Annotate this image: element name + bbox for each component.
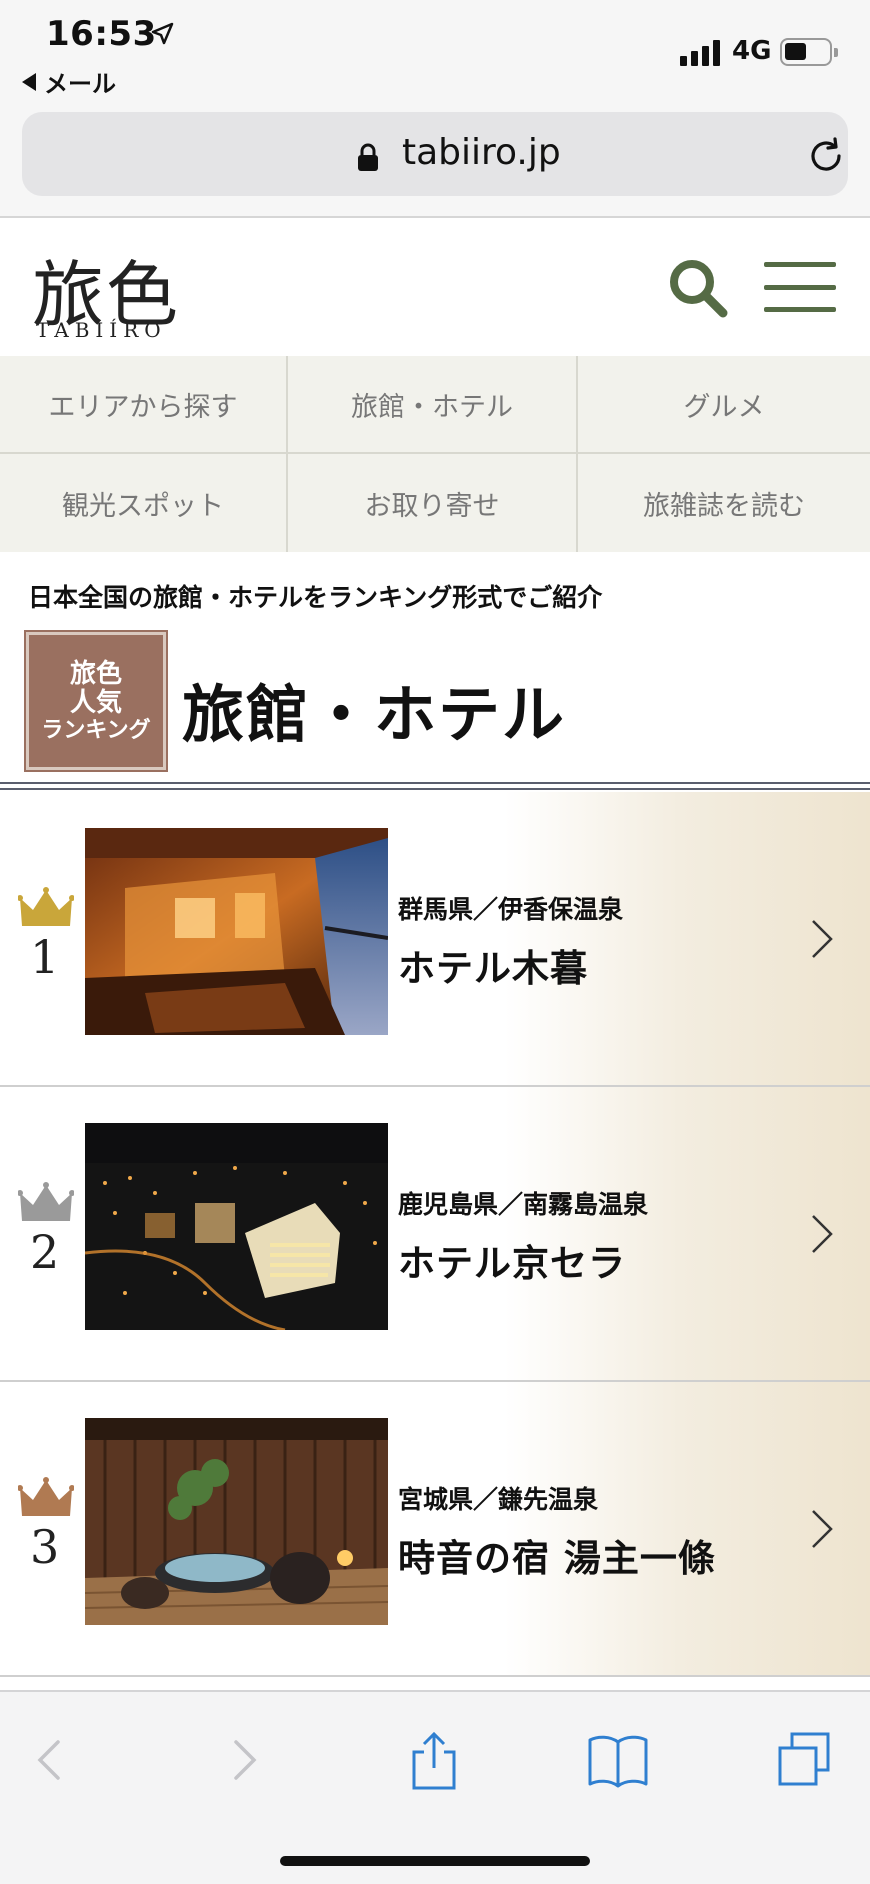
rank-number: 1: [30, 930, 60, 984]
rank-number: 2: [30, 1225, 60, 1279]
hotel-photo-kogure: [85, 828, 388, 1035]
ranking-item-1[interactable]: 1 群馬県／伊香保温泉 ホテル木暮: [0, 792, 870, 1087]
chevron-right-icon: [812, 920, 833, 958]
category-nav: エリアから探す 旅館・ホテル グルメ 観光スポット お取り寄せ 旅雑誌を読む: [0, 356, 870, 552]
back-triangle-icon: [22, 72, 36, 91]
network-type: 4G: [732, 36, 772, 66]
home-indicator: [280, 1856, 590, 1866]
intro-text: 日本全国の旅館・ホテルをランキング形式でご紹介: [28, 583, 603, 612]
ranking-badge: 旅色 人気 ランキング: [24, 630, 168, 772]
hotel-name: ホテル京セラ: [398, 1242, 626, 1285]
section-divider: [0, 782, 870, 790]
badge-line-3: ランキング: [41, 716, 151, 743]
hotel-photo-ichijo: [85, 1418, 388, 1625]
status-time: 16:53: [46, 14, 157, 54]
search-icon[interactable]: [666, 256, 730, 320]
bookmarks-icon[interactable]: [586, 1728, 650, 1792]
nav-item-sightseeing[interactable]: 観光スポット: [0, 454, 288, 552]
silver-crown-icon: [18, 1182, 74, 1221]
chevron-right-icon: [812, 1215, 833, 1253]
tabs-icon[interactable]: [772, 1728, 836, 1792]
url-text: tabiiro.jp: [402, 132, 561, 173]
ranking-list: 1 群馬県／伊香保温泉 ホテル木暮 2 鹿児島県／南霧島温泉 ホテル京セラ 3 …: [0, 792, 870, 1677]
prefecture-onsen: 鹿児島県／南霧島温泉: [398, 1190, 649, 1219]
battery-icon: [780, 38, 838, 66]
location-arrow-icon: [151, 22, 174, 45]
ranking-item-3[interactable]: 3 宮城県／鎌先温泉 時音の宿 湯主一條: [0, 1382, 870, 1677]
prefecture-onsen: 群馬県／伊香保温泉: [398, 895, 624, 924]
hotel-name: ホテル木暮: [398, 947, 588, 990]
logo-roman: TABIÍRO: [36, 318, 167, 342]
browser-address-area: tabiiro.jp: [0, 104, 870, 218]
prefecture-onsen: 宮城県／鎌先温泉: [398, 1485, 599, 1514]
section-title: 旅館・ホテル: [182, 678, 567, 751]
badge-line-1: 旅色: [69, 658, 122, 689]
hotel-name: 時音の宿 湯主一條: [398, 1537, 716, 1580]
back-chevron-icon[interactable]: [18, 1728, 82, 1792]
browser-toolbar: [0, 1690, 870, 1884]
badge-line-2: 人気: [69, 687, 122, 718]
reload-icon[interactable]: [806, 136, 846, 176]
rank-number: 3: [30, 1520, 60, 1574]
lock-icon: [358, 143, 378, 171]
ranking-item-2[interactable]: 2 鹿児島県／南霧島温泉 ホテル京セラ: [0, 1087, 870, 1382]
back-to-mail-link[interactable]: メール: [22, 64, 116, 99]
share-icon[interactable]: [402, 1728, 466, 1792]
nav-item-area-search[interactable]: エリアから探す: [0, 356, 288, 454]
gold-crown-icon: [18, 887, 74, 926]
chevron-right-icon: [812, 1510, 833, 1548]
hotel-photo-kyocera: [85, 1123, 388, 1330]
forward-chevron-icon[interactable]: [212, 1728, 276, 1792]
battery-level: [785, 43, 806, 60]
address-bar[interactable]: tabiiro.jp: [22, 112, 848, 196]
status-bar: 16:53 メール 4G: [0, 0, 870, 104]
nav-item-read-magazine[interactable]: 旅雑誌を読む: [578, 454, 870, 552]
nav-item-gourmet[interactable]: グルメ: [578, 356, 870, 454]
site-header: 旅色 TABIÍRO: [0, 220, 870, 356]
hamburger-menu-icon[interactable]: [764, 262, 836, 312]
nav-item-ryokan-hotel[interactable]: 旅館・ホテル: [288, 356, 578, 454]
cellular-signal-icon: [680, 40, 720, 66]
back-to-mail-label: メール: [44, 70, 116, 98]
bronze-crown-icon: [18, 1477, 74, 1516]
nav-item-mail-order[interactable]: お取り寄せ: [288, 454, 578, 552]
